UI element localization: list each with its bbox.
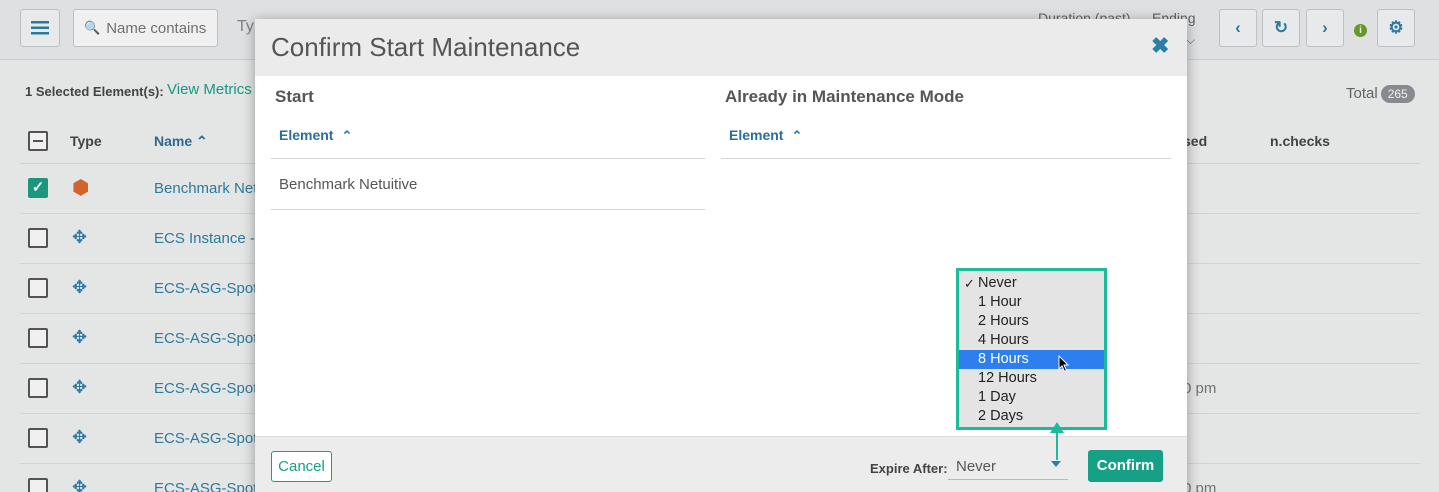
- option-label: 12 Hours: [978, 370, 1037, 386]
- start-table-row-divider: [271, 209, 705, 210]
- expire-after-label: Expire After:: [870, 461, 948, 476]
- checkmark-icon: ✓: [964, 276, 975, 291]
- option-label: 2 Hours: [978, 313, 1029, 329]
- close-icon: ✖: [1151, 33, 1170, 58]
- option-label: 1 Day: [978, 389, 1016, 405]
- annotation-arrow-line: [1056, 432, 1058, 460]
- dropdown-arrow-icon: [1051, 461, 1061, 467]
- start-element-column-header[interactable]: Element ⌃: [279, 127, 352, 144]
- modal-header: Confirm Start Maintenance ✖: [255, 19, 1187, 76]
- option-label: 2 Days: [978, 408, 1024, 424]
- already-table-header-divider: [721, 158, 1171, 159]
- sort-ascending-icon: ⌃: [791, 128, 803, 143]
- modal-footer: Cancel Expire After: Never Confirm: [255, 436, 1187, 492]
- already-element-column-header[interactable]: Element ⌃: [729, 127, 802, 144]
- expire-after-select[interactable]: Never: [948, 452, 1068, 480]
- dropdown-option-4-hours[interactable]: 4 Hours: [959, 331, 1104, 350]
- dropdown-option-1-day[interactable]: 1 Day: [959, 388, 1104, 407]
- mouse-cursor-icon: [1058, 355, 1070, 373]
- dropdown-option-12-hours[interactable]: 12 Hours: [959, 369, 1104, 388]
- already-maintenance-section-title: Already in Maintenance Mode: [725, 87, 964, 106]
- confirm-button[interactable]: Confirm: [1088, 450, 1163, 482]
- start-section-title: Start: [275, 87, 314, 106]
- modal-title: Confirm Start Maintenance: [271, 32, 581, 62]
- sort-ascending-icon: ⌃: [341, 128, 353, 143]
- expire-after-dropdown-list: ✓ Never 1 Hour 2 Hours 4 Hours 8 Hours 12…: [956, 268, 1107, 430]
- start-table-row: Benchmark Netuitive: [279, 176, 418, 193]
- dropdown-option-never[interactable]: ✓ Never: [959, 274, 1104, 293]
- element-header-label: Element: [729, 127, 784, 143]
- start-table-header-divider: [271, 158, 705, 159]
- option-label: 4 Hours: [978, 332, 1029, 348]
- element-header-label: Element: [279, 127, 334, 143]
- option-label: 1 Hour: [978, 294, 1022, 310]
- dropdown-option-8-hours[interactable]: 8 Hours: [959, 350, 1104, 369]
- dropdown-option-2-hours[interactable]: 2 Hours: [959, 312, 1104, 331]
- close-button[interactable]: ✖: [1151, 35, 1169, 57]
- option-label: 8 Hours: [978, 351, 1029, 367]
- dropdown-option-1-hour[interactable]: 1 Hour: [959, 293, 1104, 312]
- dropdown-option-2-days[interactable]: 2 Days: [959, 407, 1104, 426]
- option-label: Never: [978, 275, 1017, 291]
- expire-after-value: Never: [956, 458, 997, 475]
- cancel-button[interactable]: Cancel: [271, 451, 332, 482]
